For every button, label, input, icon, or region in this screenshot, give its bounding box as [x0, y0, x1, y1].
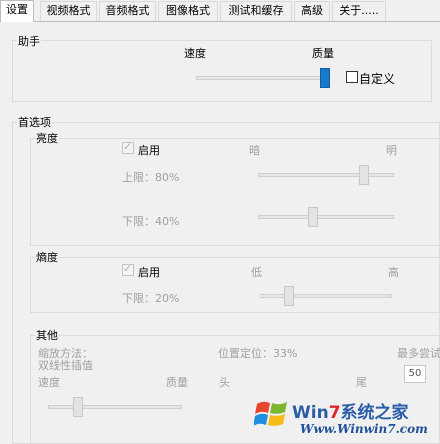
entropy-group: [30, 257, 440, 313]
brightness-lower-slider-track[interactable]: [258, 215, 394, 219]
brightness-upper-slider-thumb[interactable]: [358, 165, 369, 185]
custom-label: 自定义: [359, 72, 396, 86]
tail-label: 尾: [356, 376, 367, 389]
max-attempts-label: 最多尝试: [397, 347, 440, 360]
assistant-quality-label: 质量: [312, 47, 334, 60]
custom-checkbox[interactable]: [346, 71, 358, 83]
brightness-bright-label: 明: [386, 144, 397, 157]
tab-image-format[interactable]: 图像格式: [158, 1, 218, 21]
assistant-slider-thumb[interactable]: [320, 68, 330, 88]
brightness-lower-slider-thumb[interactable]: [308, 207, 319, 227]
brightness-upper-label: 上限：80%: [122, 171, 180, 184]
position-label: 位置定位：33%: [218, 347, 298, 360]
head-label: 头: [219, 376, 230, 389]
brightness-upper-slider-track[interactable]: [258, 173, 394, 177]
other-quality-label: 质量: [166, 376, 188, 389]
max-attempts-input[interactable]: 50: [404, 365, 426, 383]
scale-method-value[interactable]: 双线性插值: [38, 357, 93, 373]
tab-bar: 设置 视频格式 音频格式 图像格式 测试和缓存 高级 关于.....: [0, 0, 440, 22]
brightness-group: [30, 138, 440, 246]
tab-settings[interactable]: 设置: [0, 0, 34, 22]
assistant-speed-label: 速度: [184, 47, 206, 60]
entropy-enable-label: 启用: [138, 266, 160, 279]
watermark-title: Win7系统之家: [292, 403, 409, 423]
brightness-title: 亮度: [35, 130, 59, 146]
tab-advanced[interactable]: 高级: [294, 1, 330, 21]
tab-audio-format[interactable]: 音频格式: [99, 1, 156, 21]
brightness-enable-label: 启用: [138, 144, 160, 157]
assistant-slider-track[interactable]: [196, 76, 330, 80]
watermark-logo: Win7系统之家 Www.Winwin7.com: [248, 392, 440, 444]
brightness-enable-checkbox[interactable]: ✓: [122, 140, 134, 154]
other-speed-quality-slider-track[interactable]: [48, 405, 182, 409]
other-speed-quality-slider-thumb[interactable]: [73, 397, 83, 417]
brightness-dark-label: 暗: [249, 144, 260, 157]
watermark-url: Www.Winwin7.com: [300, 422, 428, 436]
entropy-title: 熵度: [35, 249, 59, 265]
entropy-high-label: 高: [388, 266, 399, 279]
entropy-enable-checkbox[interactable]: ✓: [122, 262, 134, 276]
entropy-lower-slider-thumb[interactable]: [284, 286, 295, 306]
tab-video-format[interactable]: 视频格式: [40, 1, 97, 21]
windows-flag-icon: [254, 401, 287, 426]
entropy-low-label: 低: [251, 266, 262, 279]
tab-divider: [0, 21, 440, 22]
assistant-title: 助手: [17, 33, 41, 49]
entropy-lower-slider-track[interactable]: [260, 294, 392, 298]
entropy-lower-label: 下限：20%: [122, 292, 180, 305]
other-title: 其他: [35, 327, 59, 343]
preferences-title: 首选项: [17, 114, 52, 130]
brightness-lower-label: 下限：40%: [122, 215, 180, 228]
tab-about[interactable]: 关于.....: [332, 1, 386, 21]
tab-test-and-cache[interactable]: 测试和缓存: [220, 1, 292, 21]
other-speed-label: 速度: [38, 376, 60, 389]
